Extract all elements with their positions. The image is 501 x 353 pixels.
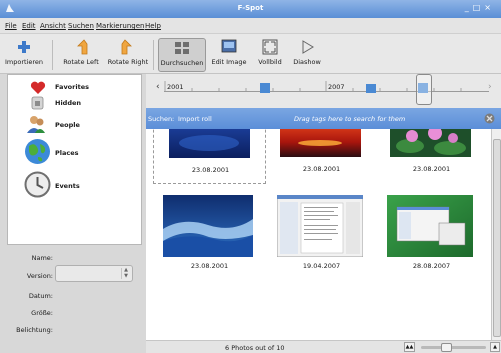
rotate-left-icon (77, 39, 88, 55)
size-label: Größe: (31, 309, 53, 317)
title-bar: F-Spot _□× (0, 0, 501, 18)
tag-sidebar: Favorites Hidden People Places Events (7, 74, 142, 245)
spin-arrows-icon[interactable]: ▲ ▼ (121, 267, 130, 279)
search-hint: Drag tags here to search for them (294, 115, 406, 123)
fullscreen-button[interactable]: Vollbild (256, 38, 284, 72)
photo-item[interactable]: 28.08.2007 (375, 186, 488, 270)
zoom-out-icon[interactable]: ▲▲ (404, 342, 415, 352)
exposure-label: Belichtung: (16, 326, 53, 334)
play-icon (302, 40, 314, 54)
photo-date: 23.08.2001 (302, 165, 341, 173)
photo-item[interactable]: 23.08.2001 (153, 186, 266, 270)
menu-view[interactable]: Ansicht (40, 22, 66, 30)
main-area: ‹ 2001 2007 › Suchen: Import roll Drag t… (146, 74, 501, 344)
timeline-year: 2007 (328, 83, 345, 91)
timeline-bar (366, 84, 376, 93)
rotate-right-icon (121, 39, 132, 55)
photo-thumbnail (277, 195, 363, 257)
menu-help[interactable]: Help (145, 22, 161, 30)
version-select[interactable]: ▲ ▼ (55, 265, 133, 282)
search-bar: Suchen: Import roll Drag tags here to se… (146, 108, 501, 129)
browse-icon (175, 42, 189, 54)
maximize-icon[interactable]: □ (473, 3, 485, 12)
timeline-ticks (164, 81, 462, 91)
photo-item[interactable]: 23.08.2001 (153, 129, 266, 184)
photo-thumbnail (390, 129, 471, 157)
toolbar-separator (153, 40, 154, 70)
photo-grid: 23.08.2001 23.08.2001 23.08.2001 23.08.2… (146, 129, 491, 344)
sidebar-item-label: Places (55, 149, 79, 157)
rotate-left-button[interactable]: Rotate Left (58, 38, 104, 72)
menu-file[interactable]: File (5, 22, 17, 30)
sidebar-item-label: Hidden (55, 99, 82, 107)
sidebar-item-label: Favorites (55, 83, 89, 91)
menu-tags[interactable]: Markierungen (96, 22, 144, 30)
edit-image-icon (221, 39, 237, 53)
zoom-slider-handle[interactable] (441, 343, 452, 352)
menu-bar: File Edit Ansicht Suchen Markierungen He… (0, 18, 501, 34)
zoom-slider[interactable] (421, 346, 486, 349)
search-tag[interactable]: Import roll (178, 115, 212, 123)
window-controls: _□× (465, 3, 495, 12)
slideshow-button[interactable]: Diashow (290, 38, 324, 72)
sidebar-item-label: People (55, 121, 80, 129)
timeline-next-icon[interactable]: › (488, 82, 492, 92)
rotate-right-button[interactable]: Rotate Right (106, 38, 150, 72)
status-bar: 6 Photos out of 10 ▲▲ ▲ (146, 340, 501, 353)
lock-icon (31, 96, 44, 110)
edit-image-button[interactable]: Edit Image (208, 38, 250, 72)
photo-item[interactable]: 23.08.2001 (265, 129, 378, 184)
photo-date: 19.04.2007 (302, 262, 341, 270)
photo-thumbnail (163, 195, 253, 257)
sidebar-item-events[interactable]: Events (8, 170, 141, 200)
photo-date: 28.08.2007 (412, 262, 451, 270)
sidebar-item-label: Events (55, 182, 80, 190)
close-icon[interactable]: × (484, 3, 495, 12)
clock-icon (24, 171, 51, 198)
sidebar-item-places[interactable]: Places (8, 137, 141, 167)
menu-edit[interactable]: Edit (22, 22, 36, 30)
photo-date: 23.08.2001 (190, 262, 229, 270)
photo-thumbnail (169, 129, 250, 158)
timeline-bar (260, 83, 270, 93)
photo-date: 23.08.2001 (412, 165, 451, 173)
timeline-selection[interactable] (416, 74, 432, 105)
menu-search[interactable]: Suchen (68, 22, 94, 30)
toolbar: Importieren Rotate Left Rotate Right Dur… (0, 34, 501, 74)
scrollbar-thumb[interactable] (493, 139, 501, 337)
timeline[interactable]: ‹ 2001 2007 › (146, 74, 501, 108)
photo-thumbnail (280, 129, 361, 157)
people-icon (27, 116, 45, 133)
photo-item[interactable]: 23.08.2001 (375, 129, 488, 184)
search-label: Suchen: (148, 115, 175, 123)
zoom-in-icon[interactable]: ▲ (490, 342, 500, 352)
photo-item[interactable]: 19.04.2007 (265, 186, 378, 270)
window-title: F-Spot (237, 4, 264, 12)
date-label: Datum: (28, 292, 53, 300)
import-icon (18, 41, 30, 53)
timeline-prev-icon[interactable]: ‹ (156, 82, 160, 92)
name-label: Name: (31, 254, 53, 262)
browse-button[interactable]: Durchsuchen (158, 38, 206, 72)
toolbar-separator (52, 40, 53, 70)
photo-count: 6 Photos out of 10 (225, 344, 285, 352)
version-label: Version: (26, 272, 53, 280)
vertical-scrollbar[interactable] (491, 129, 501, 344)
import-button[interactable]: Importieren (2, 38, 46, 72)
timeline-year: 2001 (167, 83, 184, 91)
clear-search-icon[interactable] (484, 113, 495, 124)
fullscreen-icon (262, 39, 278, 55)
photo-properties: Name: Version: ▲ ▼ Datum: Größe: Belichtu… (0, 248, 146, 348)
photo-thumbnail (387, 195, 473, 257)
globe-icon (25, 139, 50, 164)
photo-date: 23.08.2001 (191, 166, 230, 174)
minimize-icon[interactable]: _ (465, 3, 473, 12)
